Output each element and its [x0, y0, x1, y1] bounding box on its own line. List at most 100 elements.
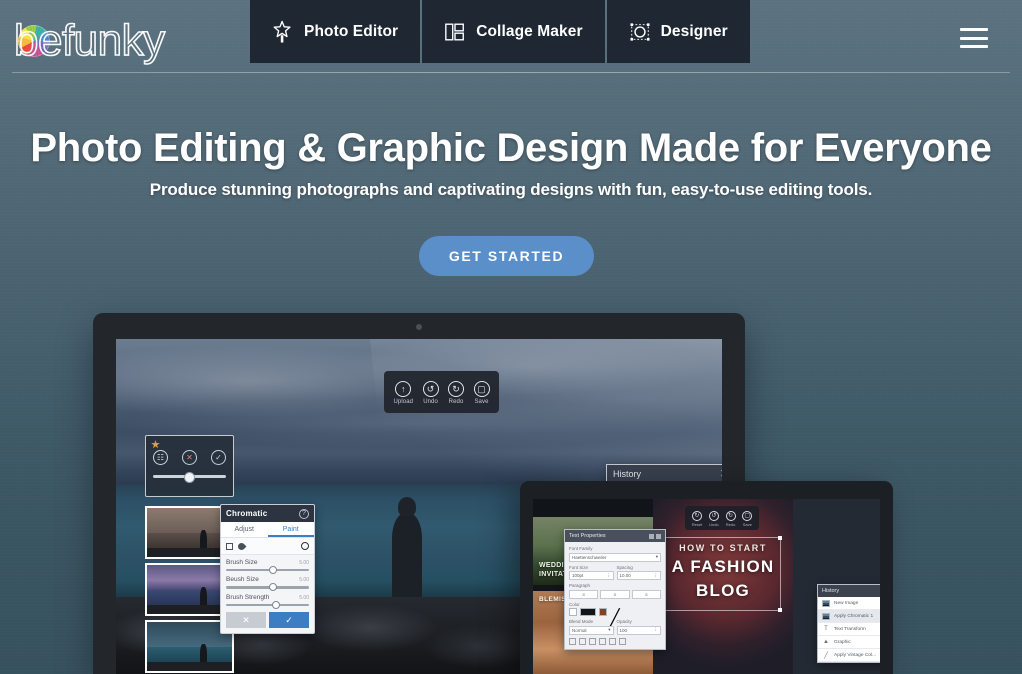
undo-icon: ↺ [708, 510, 719, 521]
star-badge-icon [151, 440, 160, 449]
text-properties-body: Font Family Haettenschweiler ▾ Font Size… [565, 542, 665, 649]
page-title: Photo Editing & Graphic Design Made for … [30, 126, 992, 170]
italic-icon[interactable] [579, 637, 586, 645]
color-label: Color [569, 601, 580, 607]
tablet-reset-button[interactable]: ↻ Reset [691, 510, 703, 527]
toolbar-redo-button[interactable]: ↻ Redo [448, 381, 465, 405]
font-family-label: Font Family [569, 546, 593, 551]
chromatic-apply-button[interactable]: ✓ [269, 612, 309, 629]
brush-icon: ╱ [824, 652, 828, 659]
chromatic-cancel-button[interactable]: ✕ [226, 612, 266, 629]
tablet-save-label: Save [742, 521, 752, 527]
eyedropper-icon[interactable]: ╱ [610, 608, 620, 627]
handle-bottom-right[interactable] [778, 608, 782, 612]
copy-icon[interactable] [226, 542, 233, 550]
reset-icon: ↻ [691, 510, 702, 521]
history-list-item[interactable]: T Text Transform [818, 623, 880, 636]
get-started-button[interactable]: GET STARTED [419, 236, 594, 276]
font-family-select[interactable]: Haettenschweiler ▾ [569, 552, 661, 562]
font-size-value: 100pt [572, 573, 584, 578]
tablet-reset-label: Reset [691, 521, 703, 527]
opacity-input[interactable]: 100 ⋮ [616, 625, 661, 635]
chevron-down-icon: ▾ [655, 554, 658, 559]
history-item-label: New Image [834, 600, 859, 606]
page-root: ↑ Upload ↺ Undo ↻ Redo ▢ Save ☷ ✕ ✓ Chro… [0, 0, 1022, 674]
opacity-value: 100 [619, 627, 628, 633]
toolbar-save-button[interactable]: ▢ Save [473, 381, 490, 405]
sliders-icon[interactable]: ☷ [153, 450, 168, 465]
nav-photo-editor-label: Photo Editor [304, 22, 399, 40]
confirm-icon[interactable]: ✓ [211, 450, 226, 465]
color-swatch-black[interactable] [580, 608, 596, 616]
align-right-button[interactable]: ≡ [631, 589, 661, 599]
font-size-spacing-row: Font Size 100pt ⋮ Spacing 10.00 ⋮ [569, 565, 661, 584]
history-list-item[interactable]: New Image [818, 597, 880, 610]
outline-icon[interactable] [599, 637, 606, 645]
bold-icon[interactable] [569, 637, 576, 645]
redo-icon: ↻ [725, 510, 736, 521]
color-swatch-brown[interactable] [599, 608, 607, 616]
slider-value: 5.00 [299, 577, 309, 584]
brand-logo[interactable]: befunky [10, 14, 175, 65]
align-center-button[interactable]: ≡ [600, 589, 630, 599]
nav-designer[interactable]: Designer [606, 0, 750, 63]
nav-photo-editor[interactable]: Photo Editor [250, 0, 421, 63]
blend-mode-select[interactable]: Normal ▾ [569, 625, 614, 635]
paragraph-align-group: ≡ ≡ ≡ [569, 589, 661, 599]
shadow-icon[interactable] [589, 637, 596, 645]
cancel-icon[interactable]: ✕ [182, 450, 197, 465]
text-properties-titlebar: Text Properties [565, 530, 665, 542]
spacing-input[interactable]: 10.00 ⋮ [616, 571, 661, 580]
tab-paint[interactable]: Paint [267, 522, 314, 537]
toolbar-upload-button[interactable]: ↑ Upload [393, 381, 413, 405]
hamburger-menu-icon[interactable] [960, 28, 988, 48]
slider-value: 5.00 [299, 594, 309, 601]
font-size-input[interactable]: 100pt ⋮ [569, 571, 614, 580]
history-title: History [822, 588, 840, 594]
history-list-item[interactable]: ╱ Apply Vintage Col... [818, 649, 880, 662]
brush-size-slider-2[interactable] [226, 583, 309, 592]
tablet-redo-button[interactable]: ↻ Redo [725, 510, 736, 527]
site-header: befunky Photo Editor Collage Maker Desig… [0, 0, 1022, 74]
handle-top-right[interactable] [778, 536, 782, 540]
paragraph-label: Paragraph [569, 583, 591, 588]
align-left-button[interactable]: ≡ [569, 589, 599, 599]
tablet-history-panel: History ✕ New Image Apply Chromatic 1 T … [817, 584, 880, 663]
font-family-value: Haettenschweiler [572, 554, 607, 560]
slider-row: Beush Size 5.00 [221, 572, 314, 592]
brush-preview-icon[interactable] [301, 542, 309, 550]
redo-icon: ↻ [448, 381, 465, 397]
help-icon[interactable]: ? [299, 508, 309, 519]
history-list-item[interactable]: Apply Chromatic 1 [818, 610, 880, 623]
nav-collage-maker[interactable]: Collage Maker [422, 0, 605, 63]
close-icon[interactable]: ✕ [720, 468, 722, 480]
tablet-save-button[interactable]: ▢ Save [742, 510, 753, 527]
tab-adjust[interactable]: Adjust [221, 522, 268, 537]
tablet-undo-button[interactable]: ↺ Undo [708, 510, 719, 527]
more-icon[interactable] [619, 637, 626, 645]
history-list-item[interactable]: ▲ Graphic [818, 636, 880, 649]
thumb-sea [147, 647, 232, 663]
chromatic-title: Chromatic [226, 509, 268, 518]
toolbar-undo-label: Undo [423, 399, 438, 405]
fashion-line-3: BLOG [696, 581, 750, 600]
toolbar-undo-button[interactable]: ↺ Undo [422, 381, 439, 405]
tablet-screen: WEDDING INVITATION BLEMISH HOW TO START … [533, 499, 880, 674]
color-swatch-white[interactable] [569, 608, 577, 616]
brush-size-slider[interactable] [226, 566, 309, 574]
tablet-mockup: WEDDING INVITATION BLEMISH HOW TO START … [520, 481, 893, 674]
fill-icon[interactable] [609, 637, 616, 645]
undo-icon: ↺ [422, 381, 439, 397]
panel-window-buttons[interactable] [649, 533, 661, 539]
graphic-icon: ▲ [823, 639, 829, 645]
hamburger-line [960, 45, 988, 48]
adjust-slider[interactable] [153, 472, 226, 483]
brush-strength-slider[interactable] [226, 600, 309, 609]
upload-icon: ↑ [395, 381, 412, 397]
color-swatch-row: ╱ [569, 608, 661, 627]
eraser-icon[interactable] [236, 541, 247, 551]
hero-subtitle: Produce stunning photographs and captiva… [149, 180, 873, 199]
slider-label: Brush Strength [226, 593, 270, 601]
adjust-panel-actions: ☷ ✕ ✓ [153, 450, 226, 465]
laptop-camera-icon [416, 324, 422, 330]
